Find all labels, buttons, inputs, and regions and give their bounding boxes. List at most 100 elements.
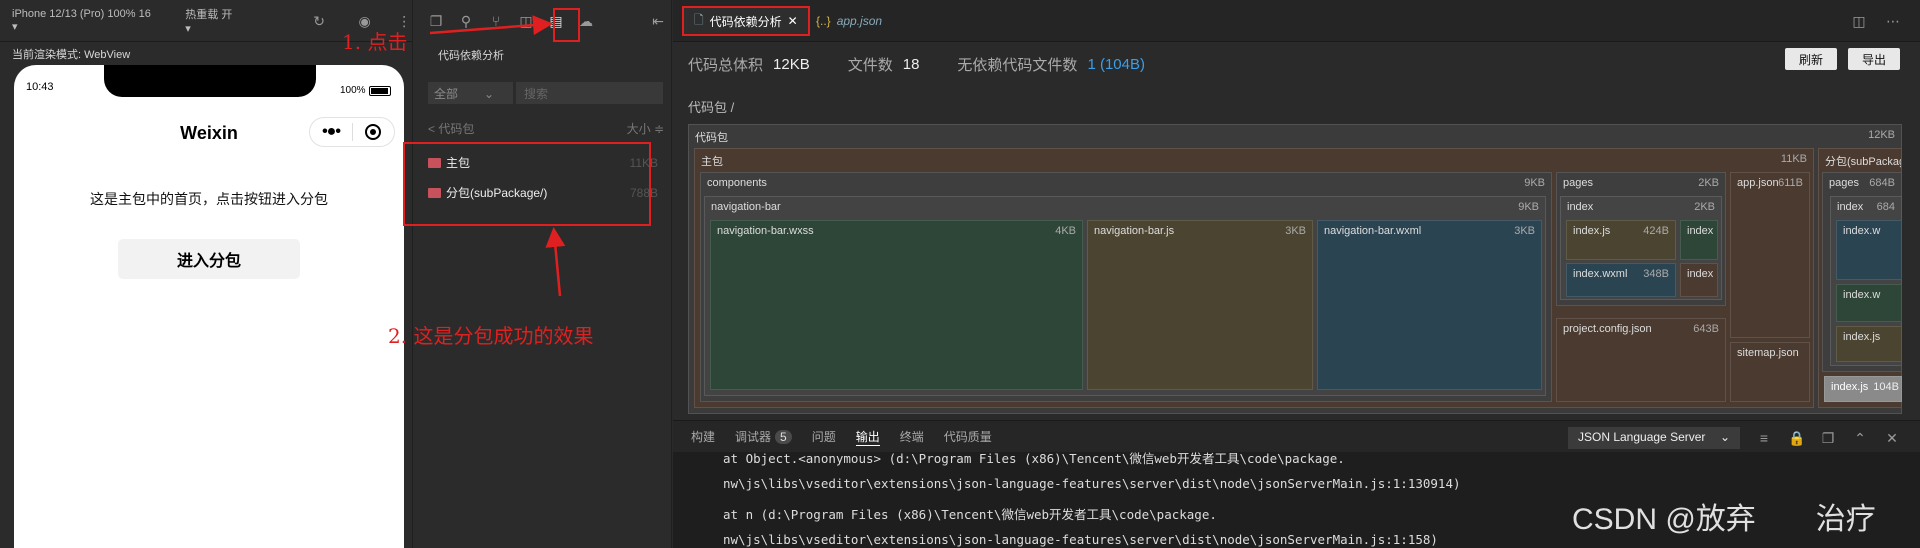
treemap-label: index.js bbox=[1831, 381, 1869, 393]
treemap-size: 424B bbox=[1643, 225, 1669, 237]
treemap-label: index.w bbox=[1843, 289, 1881, 301]
treemap-index-wxml[interactable]: index.wxml 348B bbox=[1566, 263, 1676, 297]
devtools-window: iPhone 12/13 (Pro) 100% 16 ▾ 热重载 开 ▾ ↻ ◉… bbox=[0, 0, 1920, 548]
treemap-label: sitemap.json bbox=[1737, 347, 1799, 359]
tab-build[interactable]: 构建 bbox=[691, 428, 715, 445]
tab-app-json[interactable]: {..} app.json bbox=[806, 6, 892, 36]
treemap-size: 11KB bbox=[1780, 153, 1807, 165]
tab-code-quality[interactable]: 代码质量 bbox=[944, 428, 992, 445]
treemap-size: 104B bbox=[1873, 381, 1899, 393]
treemap-size: 3KB bbox=[1514, 225, 1535, 237]
treemap-label: 主包 bbox=[701, 156, 723, 168]
tab-label: 代码依赖分析 bbox=[709, 14, 782, 29]
copy-icon[interactable]: ❐ bbox=[1820, 430, 1836, 446]
status-time: 10:43 bbox=[26, 81, 54, 93]
treemap-navbar-wxml[interactable]: navigation-bar.wxml 3KB bbox=[1317, 220, 1542, 390]
treemap-project-config[interactable]: project.config.json 643B bbox=[1556, 318, 1726, 402]
treemap-index-wxss[interactable]: index bbox=[1680, 220, 1718, 260]
total-size-label: 代码总体积 bbox=[688, 57, 764, 74]
hot-reload-toggle[interactable]: 热重载 开 ▾ bbox=[185, 6, 239, 35]
treemap-label: index.w bbox=[1843, 225, 1881, 237]
treemap-size: 684B bbox=[1869, 177, 1895, 189]
treemap-sitemap[interactable]: sitemap.json bbox=[1730, 342, 1810, 402]
close-icon[interactable]: ✕ bbox=[788, 14, 798, 28]
treemap-size: 348B bbox=[1643, 268, 1669, 280]
export-button[interactable]: 导出 bbox=[1848, 48, 1900, 70]
output-channel-select[interactable]: JSON Language Server ⌄ bbox=[1568, 427, 1740, 449]
console-line: at n (d:\Program Files (x86)\Tencent\微信w… bbox=[723, 507, 1217, 522]
tab-problems[interactable]: 问题 bbox=[812, 428, 836, 445]
treemap-size: 643B bbox=[1693, 323, 1719, 335]
lock-icon[interactable]: 🔒 bbox=[1788, 430, 1805, 446]
csdn-watermark: CSDN @放弃 治疗 bbox=[1572, 503, 1876, 536]
phone-screen: 10:43 100% Weixin •●• 这是主包中的首页，点击按钮进入分包 … bbox=[14, 65, 404, 548]
tab-code-analysis[interactable]: 🗋 代码依赖分析 ✕ bbox=[682, 6, 810, 36]
treemap-label: navigation-bar.js bbox=[1094, 225, 1175, 237]
console-line: nw\js\libs\vseditor\extensions\json-lang… bbox=[723, 476, 1461, 491]
treemap-label: index.js bbox=[1843, 331, 1881, 343]
treemap-label: navigation-bar.wxss bbox=[717, 225, 814, 237]
annotation-step1: 1. 点击 bbox=[342, 30, 408, 54]
breadcrumb: 代码包 / bbox=[688, 100, 735, 115]
treemap-label: index bbox=[1567, 201, 1594, 213]
tab-label: app.json bbox=[836, 14, 883, 28]
treemap-label: index.js bbox=[1573, 225, 1611, 237]
treemap-size: 12KB bbox=[1868, 129, 1895, 141]
more-dots-icon[interactable]: •●• bbox=[310, 123, 352, 141]
treemap-navbar-js[interactable]: navigation-bar.js 3KB bbox=[1087, 220, 1313, 390]
treemap-label: index bbox=[1687, 268, 1714, 280]
refresh-button[interactable]: 刷新 bbox=[1785, 48, 1837, 70]
treemap-label: navigation-bar.wxml bbox=[1324, 225, 1422, 237]
treemap-size: 9KB bbox=[1524, 177, 1545, 189]
treemap-size: 3KB bbox=[1285, 225, 1306, 237]
tab-output[interactable]: 输出 bbox=[855, 428, 880, 446]
treemap-size: 684 bbox=[1876, 201, 1895, 213]
summary-bar: 代码总体积 12KB 文件数 18 无依赖代码文件数 1 (104B) bbox=[688, 54, 1145, 75]
treemap-label: pages bbox=[1829, 177, 1859, 189]
chevron-down-icon: ⌄ bbox=[1719, 430, 1730, 444]
debugger-badge: 5 bbox=[775, 430, 792, 444]
split-editor-icon[interactable]: ◫ bbox=[1851, 13, 1867, 29]
treemap-label: index.wxml bbox=[1573, 268, 1628, 280]
treemap-sub-wxml[interactable]: index.w bbox=[1836, 220, 1902, 280]
treemap-label: project.config.json bbox=[1563, 323, 1652, 335]
more-actions-icon[interactable]: ⋯ bbox=[1885, 13, 1901, 29]
file-count-value: 18 bbox=[902, 56, 920, 73]
page-text: 这是主包中的首页，点击按钮进入分包 bbox=[90, 191, 328, 207]
total-size-value: 12KB bbox=[773, 56, 810, 73]
file-icon: 🗋 bbox=[694, 12, 704, 27]
tab-debugger[interactable]: 调试器 5 bbox=[735, 428, 792, 445]
chevron-up-icon[interactable]: ⌃ bbox=[1852, 430, 1868, 446]
device-select[interactable]: iPhone 12/13 (Pro) 100% 16 ▾ bbox=[12, 8, 155, 33]
enter-subpackage-button[interactable]: 进入分包 bbox=[118, 239, 300, 279]
treemap-label: components bbox=[707, 177, 767, 189]
arrow-to-tree bbox=[545, 227, 566, 297]
output-channel-value: JSON Language Server bbox=[1578, 430, 1706, 444]
tab-terminal[interactable]: 终端 bbox=[900, 428, 924, 445]
tab-label: 调试器 bbox=[735, 430, 772, 444]
treemap-index-json[interactable]: index bbox=[1680, 263, 1718, 297]
treemap-label: pages bbox=[1563, 177, 1593, 189]
clear-output-icon[interactable]: ≡ bbox=[1756, 430, 1772, 446]
render-mode-label: 当前渲染模式: WebView bbox=[12, 49, 131, 61]
treemap-sub-unused-js[interactable]: index.js 104B bbox=[1824, 376, 1902, 402]
treemap-label: index bbox=[1687, 225, 1714, 237]
treemap-size: 2KB bbox=[1698, 177, 1719, 189]
battery-icon bbox=[369, 86, 391, 96]
treemap-sub-js[interactable]: index.js bbox=[1836, 326, 1902, 362]
treemap-sub-wxss[interactable]: index.w bbox=[1836, 284, 1902, 322]
arrow-to-icon bbox=[429, 15, 553, 36]
treemap-label: index bbox=[1837, 201, 1864, 213]
treemap-size: 4KB bbox=[1055, 225, 1076, 237]
treemap-navbar-wxss[interactable]: navigation-bar.wxss 4KB bbox=[710, 220, 1083, 390]
treemap-label: 代码包 bbox=[695, 132, 728, 144]
close-panel-icon[interactable]: ✕ bbox=[1884, 430, 1900, 446]
treemap-label: app.json bbox=[1737, 177, 1779, 189]
refresh-icon[interactable]: ↻ bbox=[311, 13, 327, 29]
treemap-index-js[interactable]: index.js 424B bbox=[1566, 220, 1676, 260]
annotation-arrows bbox=[429, 15, 566, 297]
unused-files-link[interactable]: 1 (104B) bbox=[1087, 56, 1145, 73]
treemap-app-json[interactable]: app.json 611B bbox=[1730, 172, 1810, 338]
file-count-label: 文件数 bbox=[847, 57, 893, 74]
close-miniprogram-icon[interactable] bbox=[353, 124, 394, 140]
